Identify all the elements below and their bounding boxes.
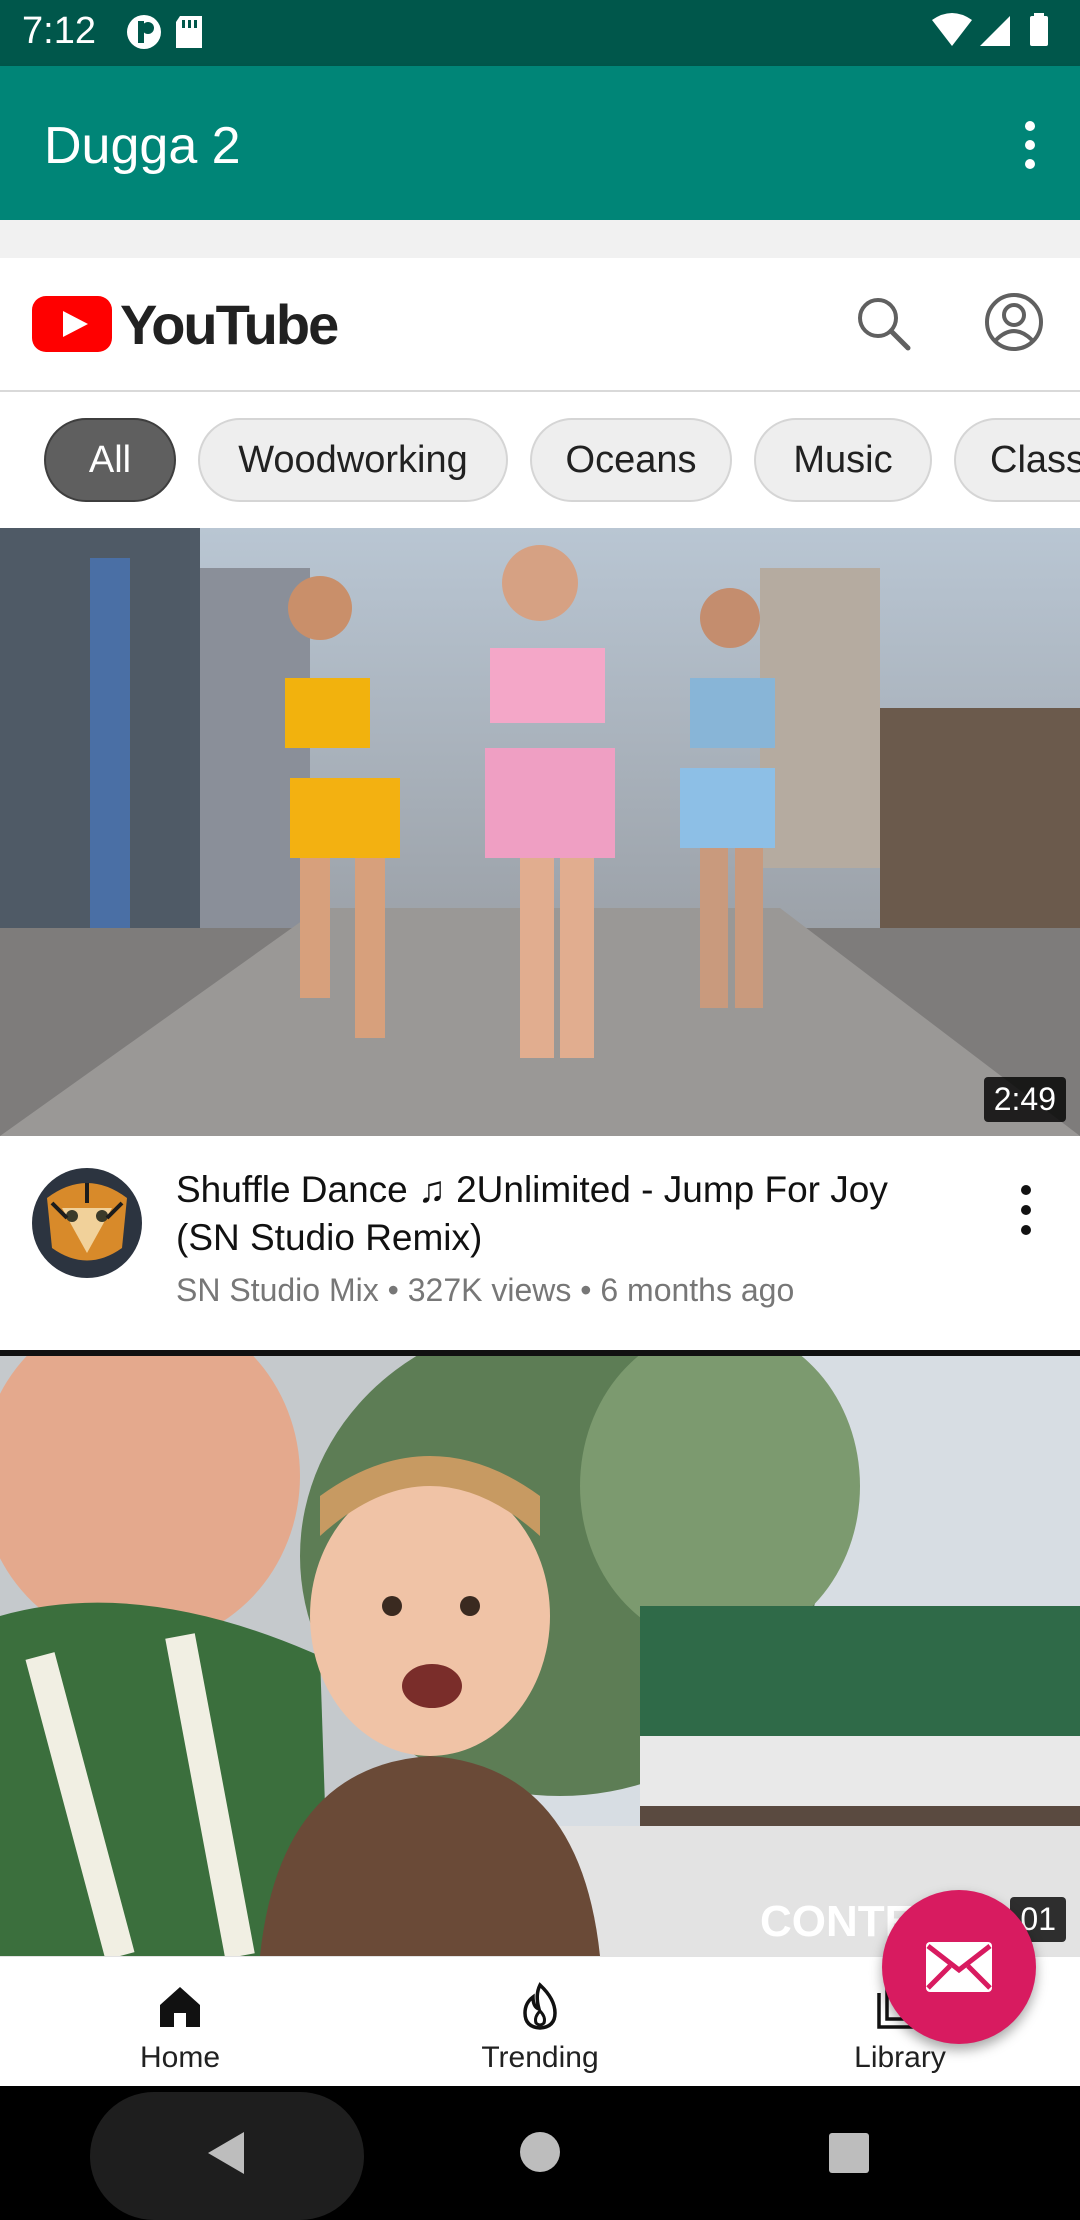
video-duration: 2:49 — [983, 1077, 1066, 1122]
meta-separator: • — [580, 1272, 601, 1308]
status-notification-icons — [124, 12, 214, 57]
youtube-logo[interactable]: YouTube — [32, 292, 339, 356]
system-navigation-bar — [0, 2086, 1080, 2220]
youtube-logo-text: YouTube — [120, 292, 339, 356]
compose-fab[interactable] — [882, 1890, 1036, 2044]
dance-video-thumbnail-image — [0, 528, 1080, 1136]
train-video-thumbnail-image: CONTE — [0, 1356, 1080, 1956]
youtube-header: YouTube — [0, 258, 1080, 392]
chip-oceans[interactable]: Oceans — [530, 418, 732, 502]
chip-woodworking[interactable]: Woodworking — [198, 418, 508, 502]
video-metadata: SN Studio Mix • 327K views • 6 months ag… — [176, 1272, 794, 1309]
chip-all[interactable]: All — [44, 418, 176, 502]
wifi-icon — [932, 13, 972, 46]
app-title: Dugga 2 — [44, 117, 241, 175]
notification-app-icon — [127, 15, 161, 49]
sd-card-icon — [176, 16, 202, 48]
home-icon — [160, 1987, 200, 2027]
recents-icon[interactable] — [828, 2132, 870, 2174]
category-chips: All Woodworking Oceans Music Class — [0, 392, 1080, 528]
video-info-row[interactable]: Shuffle Dance ♫ 2Unlimited - Jump For Jo… — [0, 1136, 1080, 1356]
chip-class[interactable]: Class — [954, 418, 1080, 502]
webview-top-gap — [0, 220, 1080, 258]
nav-trending-label: Trending — [481, 2041, 599, 2074]
account-icon[interactable] — [984, 292, 1044, 352]
upload-age: 6 months ago — [600, 1272, 795, 1308]
signal-icon — [980, 16, 1010, 46]
view-count: 327K views — [407, 1272, 572, 1308]
video-options-icon[interactable] — [1012, 1180, 1040, 1240]
mail-icon — [926, 1942, 992, 1992]
channel-name: SN Studio Mix — [176, 1272, 379, 1308]
overflow-menu-icon[interactable] — [1010, 120, 1050, 170]
battery-icon — [1030, 16, 1048, 46]
back-icon[interactable] — [204, 2128, 248, 2178]
home-button-icon[interactable] — [518, 2130, 562, 2174]
nav-home-label: Home — [139, 2041, 221, 2074]
video-title[interactable]: Shuffle Dance ♫ 2Unlimited - Jump For Jo… — [176, 1166, 936, 1262]
search-icon[interactable] — [856, 296, 912, 352]
nav-home[interactable]: Home — [0, 1957, 360, 2087]
youtube-play-logo-icon — [32, 296, 112, 352]
app-toolbar: Dugga 2 — [0, 66, 1080, 220]
status-bar: 7:12 — [0, 0, 1080, 66]
status-time: 7:12 — [22, 10, 96, 52]
video-thumbnail[interactable]: CONTE 01 — [0, 1356, 1080, 1956]
video-thumbnail[interactable]: 2:49 — [0, 528, 1080, 1136]
trending-flame-icon — [523, 1982, 557, 2030]
status-system-icons — [930, 12, 1060, 57]
meta-separator: • — [387, 1272, 408, 1308]
chip-music[interactable]: Music — [754, 418, 932, 502]
nav-library-label: Library — [854, 2041, 946, 2074]
nav-trending[interactable]: Trending — [360, 1957, 720, 2087]
channel-avatar[interactable] — [32, 1168, 142, 1278]
